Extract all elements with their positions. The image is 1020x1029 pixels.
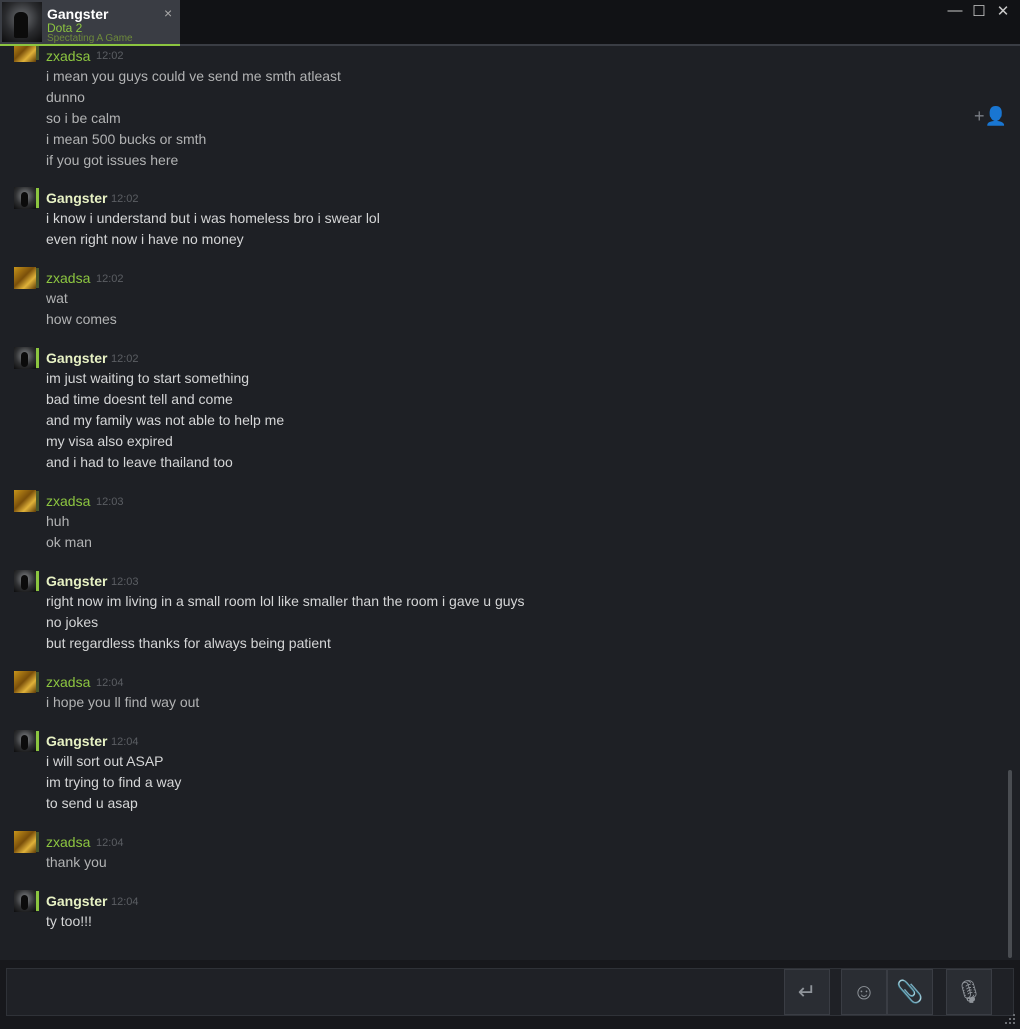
name-bar (36, 672, 39, 692)
message-time: 12:04 (111, 896, 139, 908)
sender-name[interactable]: zxadsa (46, 834, 90, 850)
message-line: ty too!!! (46, 913, 92, 929)
message-line: wat (46, 290, 68, 306)
invite-friend-icon[interactable]: +👤 (974, 106, 1007, 127)
message-time: 12:03 (111, 576, 139, 588)
sender-name[interactable]: Gangster (46, 190, 107, 206)
name-bar (36, 491, 39, 511)
sender-name[interactable]: zxadsa (46, 493, 90, 509)
sender-name[interactable]: Gangster (46, 733, 107, 749)
chat-history[interactable]: +👤 zxadsa 12:02 i mean you guys could ve… (0, 46, 1020, 960)
close-button[interactable]: ✕ (993, 2, 1013, 20)
name-bar (36, 348, 39, 368)
microphone-icon[interactable]: 🎙 (946, 969, 992, 1015)
sender-name[interactable]: zxadsa (46, 48, 90, 64)
message-line: i hope you ll find way out (46, 694, 200, 710)
message-time: 12:04 (96, 677, 124, 689)
chat-tab-gangster[interactable]: Gangster Dota 2 Spectating A Game × (0, 0, 180, 46)
name-bar (36, 188, 39, 208)
name-bar (36, 571, 39, 591)
avatar[interactable] (14, 187, 36, 209)
sender-name[interactable]: Gangster (46, 350, 107, 366)
emoji-icon[interactable]: ☺ (841, 969, 887, 1015)
avatar[interactable] (14, 46, 36, 62)
avatar[interactable] (14, 671, 36, 693)
scrollbar-thumb[interactable] (1008, 770, 1012, 958)
message-line: how comes (46, 311, 117, 327)
name-bar (36, 731, 39, 751)
message-time: 12:03 (96, 496, 124, 508)
message-line: huh (46, 513, 70, 529)
message-line: and i had to leave thailand too (46, 454, 233, 470)
message-line: my visa also expired (46, 433, 173, 449)
message-time: 12:02 (96, 50, 124, 62)
message-time: 12:02 (96, 273, 124, 285)
sender-name[interactable]: Gangster (46, 893, 107, 909)
message-line: im trying to find a way (46, 774, 182, 790)
sender-name[interactable]: zxadsa (46, 674, 90, 690)
name-bar (36, 832, 39, 852)
name-bar (36, 268, 39, 288)
name-bar (36, 891, 39, 911)
tab-close-icon[interactable]: × (164, 5, 172, 21)
resize-grip-icon[interactable] (1003, 1012, 1017, 1026)
message-input-area: ↵ ☺ 📎 🎙 (0, 960, 1020, 1029)
sender-name[interactable]: Gangster (46, 573, 107, 589)
message-line: ok man (46, 534, 92, 550)
message-line: so i be calm (46, 110, 121, 126)
minimize-button[interactable]: — (945, 2, 965, 19)
avatar[interactable] (14, 570, 36, 592)
send-icon[interactable]: ↵ (784, 969, 830, 1015)
message-line: im just waiting to start something (46, 370, 250, 386)
avatar[interactable] (14, 267, 36, 289)
sender-name[interactable]: zxadsa (46, 270, 90, 286)
message-line: thank you (46, 854, 107, 870)
message-time: 12:04 (96, 837, 124, 849)
message-time: 12:02 (111, 353, 139, 365)
tab-friend-status: Spectating A Game (47, 33, 133, 44)
message-line: i mean 500 bucks or smth (46, 131, 207, 147)
title-bar: Gangster Dota 2 Spectating A Game × — ☐ … (0, 0, 1020, 46)
message-line: to send u asap (46, 795, 138, 811)
avatar[interactable] (14, 890, 36, 912)
message-line: i know i understand but i was homeless b… (46, 210, 380, 226)
message-line: i mean you guys could ve send me smth at… (46, 68, 341, 84)
avatar[interactable] (14, 490, 36, 512)
message-line: dunno (46, 89, 85, 105)
message-line: right now im living in a small room lol … (46, 593, 525, 609)
message-line: no jokes (46, 614, 99, 630)
message-line: but regardless thanks for always being p… (46, 635, 331, 651)
avatar[interactable] (14, 730, 36, 752)
message-line: bad time doesnt tell and come (46, 391, 233, 407)
message-line: and my family was not able to help me (46, 412, 285, 428)
attach-icon[interactable]: 📎 (887, 969, 933, 1015)
message-time: 12:04 (111, 736, 139, 748)
tab-friend-name: Gangster (47, 6, 109, 22)
maximize-button[interactable]: ☐ (969, 2, 989, 20)
avatar[interactable] (14, 347, 36, 369)
message-line: i will sort out ASAP (46, 753, 164, 769)
avatar[interactable] (14, 831, 36, 853)
message-time: 12:02 (111, 193, 139, 205)
avatar (2, 2, 42, 42)
message-line: even right now i have no money (46, 231, 244, 247)
name-bar (36, 46, 39, 60)
message-line: if you got issues here (46, 152, 179, 168)
